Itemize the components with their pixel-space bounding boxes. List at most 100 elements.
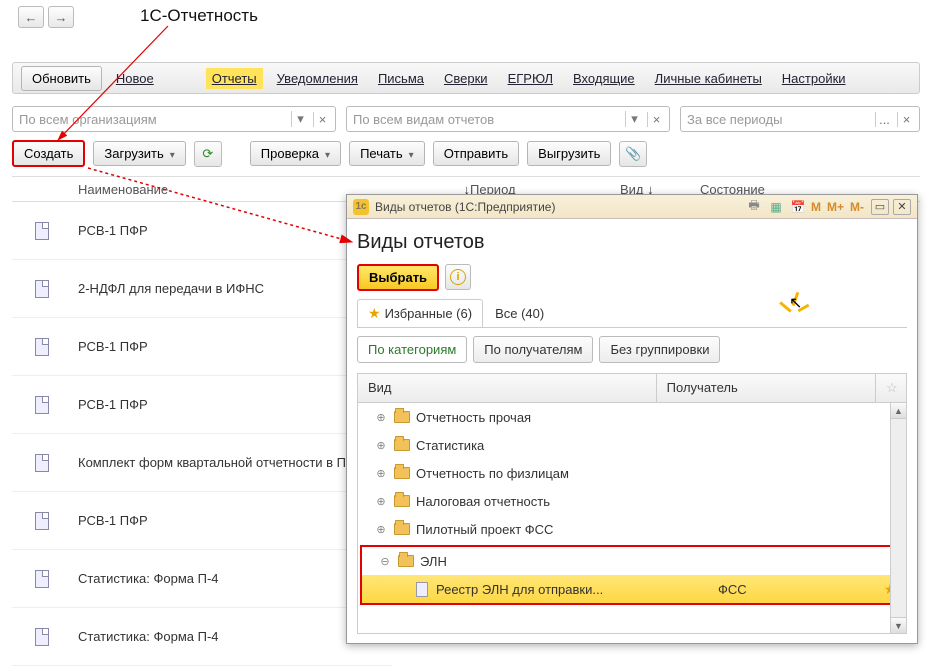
- star-icon: ★: [368, 305, 381, 322]
- refresh-button[interactable]: Обновить: [21, 66, 102, 91]
- scrollbar[interactable]: ▲ ▼: [890, 403, 906, 633]
- subtab-recipients[interactable]: По получателям: [473, 336, 593, 363]
- m-plus-button[interactable]: M+: [824, 200, 847, 214]
- period-filter-placeholder: За все периоды: [687, 112, 782, 127]
- tree-header: Вид Получатель ☆: [357, 373, 907, 402]
- print-icon[interactable]: 🖶: [744, 198, 764, 216]
- minimize-button[interactable]: ▭: [871, 199, 889, 215]
- egrul-link[interactable]: ЕГРЮЛ: [502, 68, 559, 89]
- main-toolbar: Обновить Новое Отчеты Уведомления Письма…: [12, 62, 920, 94]
- org-filter-placeholder: По всем организациям: [19, 112, 157, 127]
- collapse-icon[interactable]: ⊖: [378, 555, 392, 568]
- table-row[interactable]: Статистика: Форма П-4: [12, 550, 392, 608]
- table-row[interactable]: Комплект форм квартальной отчетности в П…: [12, 434, 392, 492]
- tree-item-selected[interactable]: Реестр ЭЛН для отправки... ФСС ★: [362, 575, 902, 603]
- expand-icon[interactable]: ⊕: [374, 439, 388, 452]
- folder-icon: [394, 495, 410, 507]
- org-filter[interactable]: По всем организациям ▾ ×: [12, 106, 336, 132]
- m-minus-button[interactable]: M-: [847, 200, 867, 214]
- file-icon: [35, 396, 49, 414]
- tree-folder[interactable]: ⊕Отчетность по физлицам: [358, 459, 906, 487]
- file-icon: [35, 512, 49, 530]
- file-icon: [35, 280, 49, 298]
- select-button[interactable]: Выбрать: [357, 264, 439, 291]
- tab-favorites[interactable]: ★Избранные (6): [357, 299, 483, 327]
- table-row[interactable]: Статистика: Форма П-4: [12, 608, 392, 666]
- file-icon: [35, 338, 49, 356]
- folder-icon: [394, 411, 410, 423]
- m-button[interactable]: M: [808, 200, 824, 214]
- tree-folder[interactable]: ⊕Пилотный проект ФСС: [358, 515, 906, 543]
- tab-all[interactable]: Все (40): [485, 301, 554, 326]
- kind-filter[interactable]: По всем видам отчетов ▾ ×: [346, 106, 670, 132]
- letters-link[interactable]: Письма: [372, 68, 430, 89]
- notifications-link[interactable]: Уведомления: [271, 68, 364, 89]
- close-button[interactable]: ✕: [893, 199, 911, 215]
- send-button[interactable]: Отправить: [433, 141, 519, 166]
- refresh-icon-button[interactable]: ⟳: [194, 141, 222, 167]
- scroll-down-icon[interactable]: ▼: [891, 617, 906, 633]
- page-title: 1С-Отчетность: [140, 6, 258, 26]
- load-button[interactable]: Загрузить▾: [93, 141, 185, 166]
- popup-titlebar[interactable]: 1c Виды отчетов (1С:Предприятие) 🖶 ▦ 📅 M…: [347, 195, 917, 219]
- scroll-up-icon[interactable]: ▲: [891, 403, 906, 419]
- tree-folder-expanded[interactable]: ⊖ЭЛН: [362, 547, 902, 575]
- check-button[interactable]: Проверка▾: [250, 141, 341, 166]
- tree-folder[interactable]: ⊕Отчетность прочая: [358, 403, 906, 431]
- subtab-categories[interactable]: По категориям: [357, 336, 467, 363]
- tree-folder[interactable]: ⊕Статистика: [358, 431, 906, 459]
- reconcil-link[interactable]: Сверки: [438, 68, 494, 89]
- ellipsis-icon[interactable]: ...: [875, 112, 893, 127]
- export-button[interactable]: Выгрузить: [527, 141, 611, 166]
- clear-icon[interactable]: ×: [313, 112, 331, 127]
- recipient-cell: ФСС: [718, 582, 878, 597]
- tree-col-recipient[interactable]: Получатель: [657, 374, 876, 402]
- tree: ⊕Отчетность прочая ⊕Статистика ⊕Отчетнос…: [357, 402, 907, 634]
- incoming-link[interactable]: Входящие: [567, 68, 641, 89]
- file-icon: [35, 222, 49, 240]
- settings-link[interactable]: Настройки: [776, 68, 852, 89]
- table-row[interactable]: РСВ-1 ПФР: [12, 202, 392, 260]
- tree-folder[interactable]: ⊕Налоговая отчетность: [358, 487, 906, 515]
- app-icon: 1c: [353, 199, 369, 215]
- tree-col-vid[interactable]: Вид: [358, 374, 657, 402]
- report-types-dialog: 1c Виды отчетов (1С:Предприятие) 🖶 ▦ 📅 M…: [346, 194, 918, 644]
- table-row[interactable]: РСВ-1 ПФР: [12, 376, 392, 434]
- calendar-icon[interactable]: 📅: [788, 198, 808, 216]
- clear-icon[interactable]: ×: [897, 112, 915, 127]
- calc-icon[interactable]: ▦: [766, 198, 786, 216]
- folder-icon: [394, 523, 410, 535]
- folder-icon: [394, 467, 410, 479]
- period-filter[interactable]: За все периоды ... ×: [680, 106, 920, 132]
- nav-back-button[interactable]: ←: [18, 6, 44, 28]
- new-link[interactable]: Новое: [110, 68, 160, 89]
- folder-icon: [394, 439, 410, 451]
- table-row[interactable]: 2-НДФЛ для передачи в ИФНС: [12, 260, 392, 318]
- expand-icon[interactable]: ⊕: [374, 523, 388, 536]
- table-row[interactable]: РСВ-1 ПФР: [12, 492, 392, 550]
- info-button[interactable]: i: [445, 264, 471, 290]
- reports-link[interactable]: Отчеты: [206, 68, 263, 89]
- popup-heading: Виды отчетов: [357, 231, 907, 254]
- file-icon: [35, 454, 49, 472]
- print-button[interactable]: Печать▾: [349, 141, 425, 166]
- tree-col-star: ☆: [876, 374, 906, 402]
- create-button[interactable]: Создать: [12, 140, 85, 167]
- subtab-none[interactable]: Без группировки: [599, 336, 720, 363]
- attach-icon-button[interactable]: 📎: [619, 141, 647, 167]
- file-icon: [35, 628, 49, 646]
- selected-group: ⊖ЭЛН Реестр ЭЛН для отправки... ФСС ★: [360, 545, 904, 605]
- dropdown-icon[interactable]: ▾: [291, 111, 309, 127]
- table-body: РСВ-1 ПФР 2-НДФЛ для передачи в ИФНС РСВ…: [12, 202, 392, 646]
- nav-forward-button[interactable]: →: [48, 6, 74, 28]
- document-icon: [416, 582, 428, 597]
- expand-icon[interactable]: ⊕: [374, 467, 388, 480]
- kind-filter-placeholder: По всем видам отчетов: [353, 112, 494, 127]
- expand-icon[interactable]: ⊕: [374, 411, 388, 424]
- clear-icon[interactable]: ×: [647, 112, 665, 127]
- popup-title: Виды отчетов (1С:Предприятие): [375, 200, 555, 214]
- cabinets-link[interactable]: Личные кабинеты: [649, 68, 768, 89]
- table-row[interactable]: РСВ-1 ПФР: [12, 318, 392, 376]
- expand-icon[interactable]: ⊕: [374, 495, 388, 508]
- dropdown-icon[interactable]: ▾: [625, 111, 643, 127]
